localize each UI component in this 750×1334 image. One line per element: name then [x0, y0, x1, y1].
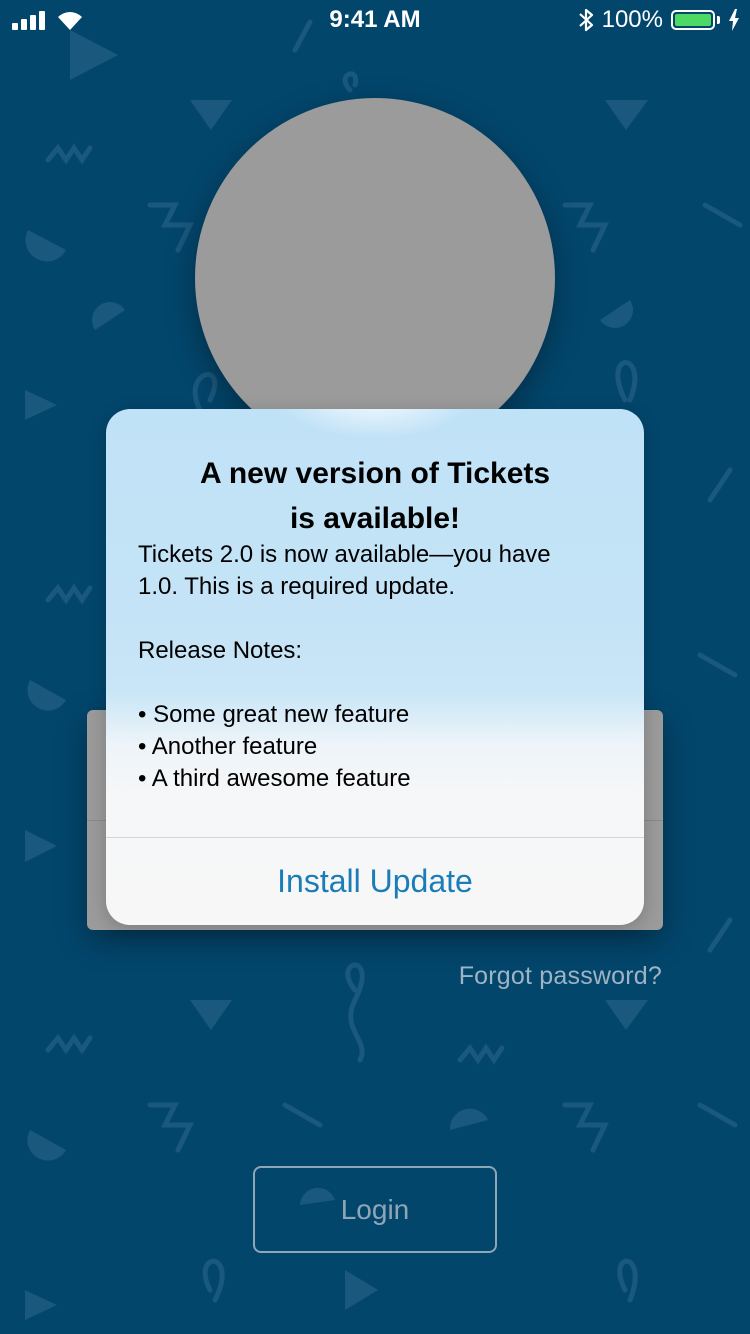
alert-title-line1: A new version of Tickets — [199, 457, 551, 490]
bluetooth-icon — [578, 8, 593, 32]
login-button[interactable]: Login — [253, 1166, 497, 1253]
alert-title-line2: is available! — [289, 502, 461, 535]
forgot-password-link[interactable]: Forgot password? — [459, 962, 662, 991]
battery-icon — [671, 10, 715, 30]
release-note-item: Some great new feature — [138, 699, 620, 731]
battery-fill — [675, 14, 711, 26]
avatar — [195, 98, 555, 458]
alert-glow — [275, 409, 475, 439]
alert-message-line2: 1.0. This is a required update. — [138, 573, 456, 600]
release-notes-list: Some great new feature Another feature A… — [138, 699, 620, 795]
release-notes-heading: Release Notes: — [138, 637, 303, 664]
alert-message: Tickets 2.0 is now available—you have 1.… — [138, 539, 620, 795]
update-alert-dialog: A new version of Tickets is available! T… — [106, 409, 644, 925]
app-screen: 9:41 AM 100% Forgot password? Login A ne… — [0, 0, 750, 1334]
release-note-item: Another feature — [138, 731, 620, 763]
battery-percent: 100% — [601, 6, 663, 33]
status-bar: 9:41 AM 100% — [0, 0, 750, 40]
install-update-button[interactable]: Install Update — [106, 838, 644, 925]
alert-title: A new version of Tickets is available! — [136, 451, 614, 541]
status-right: 100% — [578, 6, 740, 34]
battery-tip — [717, 16, 720, 24]
charging-bolt-icon — [729, 9, 739, 31]
alert-message-line1: Tickets 2.0 is now available—you have — [138, 541, 551, 568]
release-note-item: A third awesome feature — [138, 763, 620, 795]
